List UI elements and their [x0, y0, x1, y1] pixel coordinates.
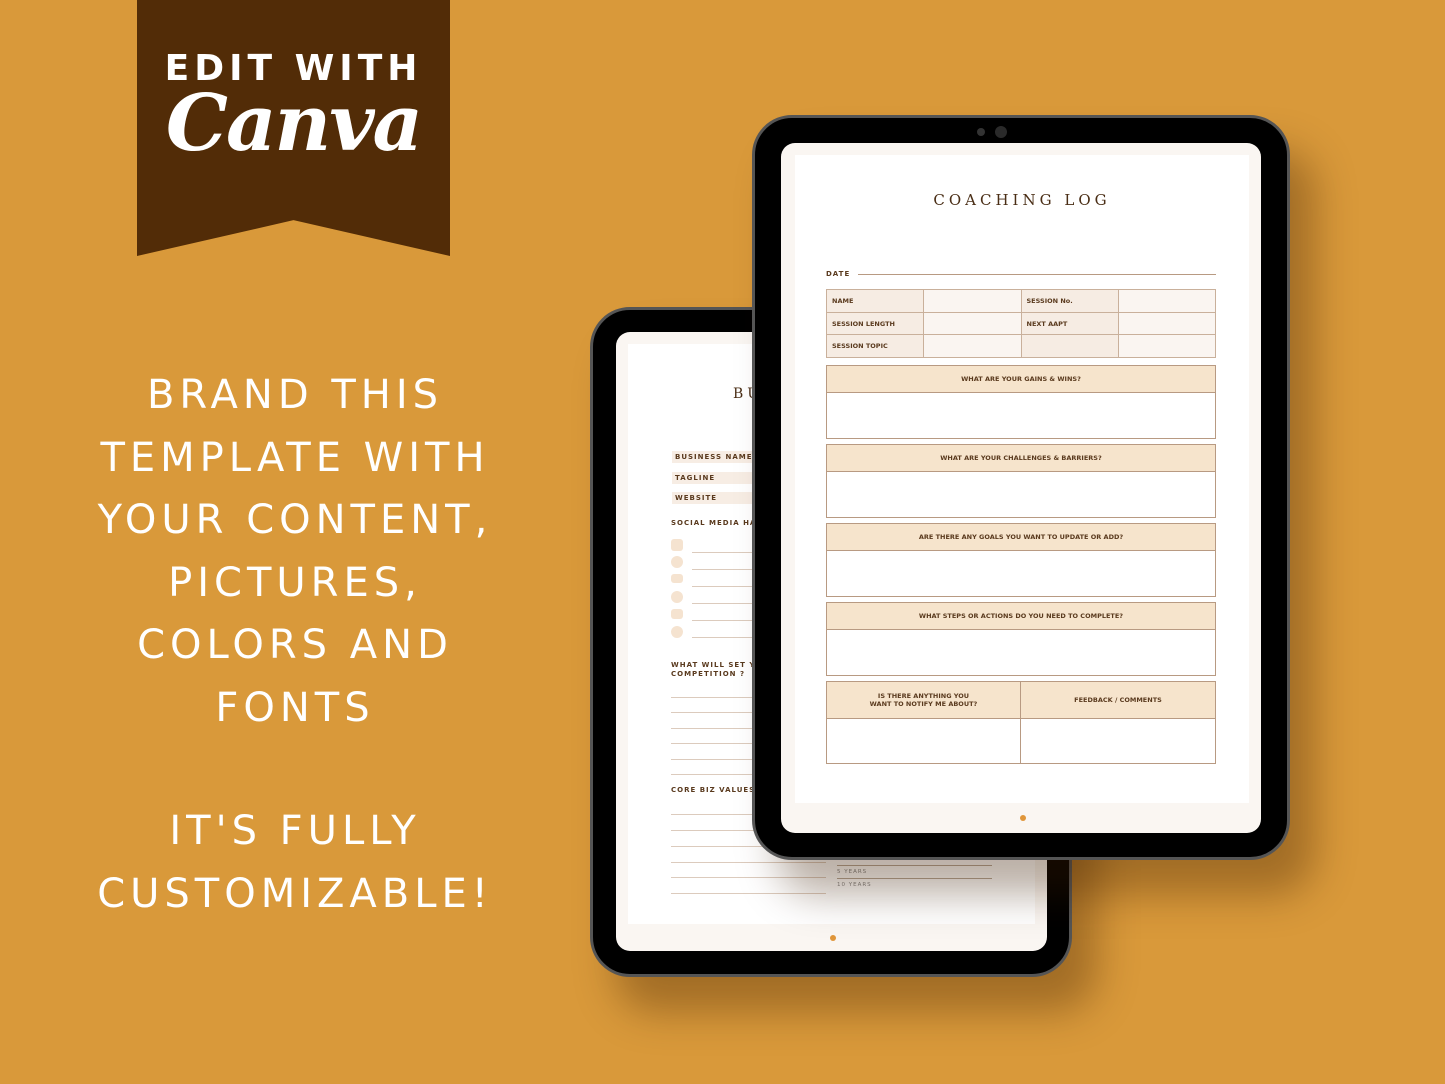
split-box: IS THERE ANYTHING YOU WANT TO NOTIFY ME … [826, 681, 1216, 764]
canva-logo: Canva [165, 78, 423, 169]
feedback-box[interactable]: FEEDBACK / COMMENTS [1021, 682, 1215, 763]
section-box[interactable]: WHAT ARE YOUR GAINS & WINS? [826, 365, 1216, 439]
table-row: SESSION TOPIC [825, 334, 1217, 359]
session-table: NAME SESSION No. SESSION LENGTH NEXT AAPT … [825, 289, 1217, 359]
pitch-line: PICTURES, [168, 559, 422, 606]
canva-banner: EDIT WITH Canva [137, 0, 450, 256]
section-header: WHAT ARE YOUR CHALLENGES & BARRIERS? [827, 445, 1215, 472]
instagram-icon [671, 556, 683, 568]
pitch-line: CUSTOMIZABLE! [97, 870, 493, 917]
camera-icon [995, 126, 1007, 138]
date-label: DATE [826, 270, 851, 278]
section-box[interactable]: WHAT ARE YOUR CHALLENGES & BARRIERS? [826, 444, 1216, 518]
question-label-2: COMPETITION ? [671, 670, 746, 678]
page-indicator [830, 935, 836, 941]
section-box[interactable]: WHAT STEPS OR ACTIONS DO YOU NEED TO COM… [826, 602, 1216, 676]
section-header: IS THERE ANYTHING YOU WANT TO NOTIFY ME … [827, 682, 1020, 719]
table-row: SESSION LENGTH NEXT AAPT [825, 311, 1217, 336]
pitch-line: YOUR CONTENT, [97, 497, 493, 543]
pitch-text: BRAND THIS TEMPLATE WITH YOUR CONTENT, P… [60, 364, 530, 739]
front-page: COACHING LOG DATE NAME SESSION No. SESSIO… [795, 155, 1249, 803]
pitch-line: COLORS AND [137, 622, 453, 668]
camera-icon [977, 128, 985, 136]
twitter-icon [671, 609, 683, 619]
section-box[interactable]: ARE THERE ANY GOALS YOU WANT TO UPDATE O… [826, 523, 1216, 597]
pitch-line: FONTS [215, 684, 375, 731]
front-screen: COACHING LOG DATE NAME SESSION No. SESSIO… [781, 143, 1261, 833]
year-label: 5 YEARS [837, 869, 868, 875]
year-label: 10 YEARS [837, 882, 872, 888]
core-values-label: CORE BIZ VALUES [671, 786, 756, 794]
notify-box[interactable]: IS THERE ANYTHING YOU WANT TO NOTIFY ME … [827, 682, 1021, 763]
section-header: ARE THERE ANY GOALS YOU WANT TO UPDATE O… [827, 524, 1215, 551]
front-tablet: COACHING LOG DATE NAME SESSION No. SESSIO… [752, 115, 1290, 860]
page-title: COACHING LOG [933, 191, 1111, 209]
section-header: FEEDBACK / COMMENTS [1021, 682, 1215, 719]
pitch-line: IT'S FULLY [169, 808, 421, 854]
linkedin-icon [671, 626, 683, 638]
facebook-icon [671, 539, 683, 551]
pitch-line: BRAND THIS [146, 372, 444, 418]
date-line[interactable] [858, 274, 1216, 275]
table-row: NAME SESSION No. [825, 289, 1217, 313]
section-header: WHAT STEPS OR ACTIONS DO YOU NEED TO COM… [827, 603, 1215, 630]
pitch-line: TEMPLATE WITH [100, 434, 490, 481]
page-indicator [1020, 815, 1026, 821]
youtube-icon [671, 574, 683, 583]
pinterest-icon [671, 591, 683, 603]
section-header: WHAT ARE YOUR GAINS & WINS? [827, 366, 1215, 393]
customizable-text: IT'S FULLY CUSTOMIZABLE! [60, 800, 530, 925]
